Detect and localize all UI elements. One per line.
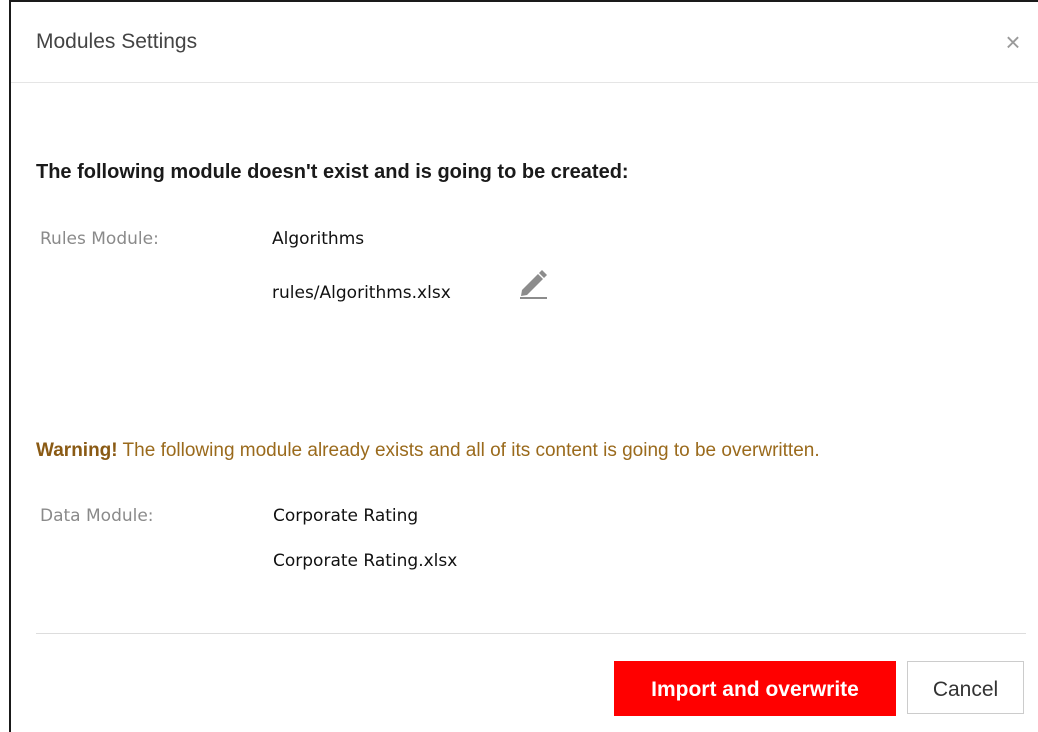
import-and-overwrite-button[interactable]: Import and overwrite bbox=[614, 661, 896, 716]
data-module-file-name: Corporate Rating.xlsx bbox=[273, 551, 458, 571]
cancel-button[interactable]: Cancel bbox=[907, 661, 1024, 714]
pencil-icon[interactable] bbox=[519, 268, 549, 300]
dialog-title: Modules Settings bbox=[36, 30, 198, 53]
footer-divider bbox=[36, 633, 1026, 634]
dialog-header: Modules Settings × bbox=[11, 2, 1038, 83]
warning-text: The following module already exists and … bbox=[117, 440, 820, 461]
warning-prefix: Warning! bbox=[36, 440, 118, 461]
modules-settings-dialog: Modules Settings × The following module … bbox=[11, 2, 1038, 732]
close-icon[interactable]: × bbox=[1000, 29, 1026, 55]
data-module-name: Corporate Rating bbox=[273, 506, 419, 526]
rules-module-label: Rules Module: bbox=[40, 229, 159, 249]
data-module-label: Data Module: bbox=[40, 506, 154, 526]
rules-module-name: Algorithms bbox=[272, 229, 365, 249]
rules-module-file-path: rules/Algorithms.xlsx bbox=[272, 283, 451, 303]
create-section-heading: The following module doesn't exist and i… bbox=[36, 161, 629, 183]
overwrite-warning: Warning! The following module already ex… bbox=[36, 440, 820, 462]
